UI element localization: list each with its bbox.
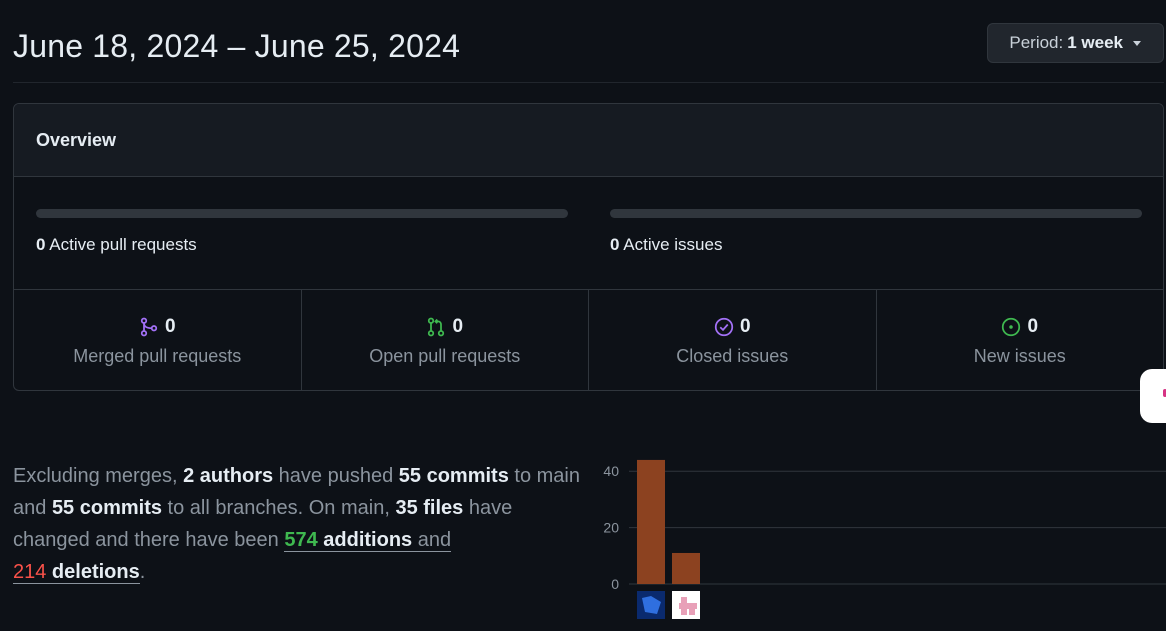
commit-summary: Excluding merges, 2 authors have pushed … <box>13 460 593 588</box>
side-feedback-tab[interactable] <box>1140 369 1166 423</box>
issue-opened-icon <box>1002 317 1021 336</box>
stat-open-prs-label: Open pull requests <box>369 345 521 366</box>
deletions-count: 214 <box>13 561 47 583</box>
bar-author-2 <box>672 552 700 584</box>
additions-word: additions <box>317 529 413 551</box>
files-changed: 35 files <box>395 497 464 519</box>
date-range-title: June 18, 2024 – June 25, 2024 <box>13 28 461 64</box>
overview-progress-section: 0 Active pull requests 0 Active issues <box>14 177 1163 290</box>
stat-closed-issues-label: Closed issues <box>676 345 789 366</box>
stat-closed-issues-count: 0 <box>739 315 751 337</box>
stat-merged-prs-count: 0 <box>164 315 176 337</box>
stat-closed-issues[interactable]: 0 Closed issues <box>589 290 877 390</box>
summary-text: have pushed <box>273 465 399 487</box>
additions-link[interactable]: 574 additions and <box>284 529 452 552</box>
active-prs-summary: 0 Active pull requests <box>36 209 568 255</box>
summary-text: and <box>412 529 452 551</box>
overview-stats-row: 0 Merged pull requests 0 Open pull reque… <box>14 290 1164 390</box>
summary-text: to all branches. On main, <box>162 497 396 519</box>
additions-count: 574 <box>284 529 318 551</box>
stat-new-issues-count: 0 <box>1027 315 1039 337</box>
active-issues-link[interactable]: 0 Active issues <box>610 235 1142 255</box>
stat-open-prs-count: 0 <box>452 315 464 337</box>
active-issues-count: 0 <box>610 235 620 254</box>
summary-text: . <box>139 561 146 583</box>
stat-open-prs[interactable]: 0 Open pull requests <box>302 290 589 390</box>
active-issues-summary: 0 Active issues <box>610 209 1142 255</box>
active-prs-link[interactable]: 0 Active pull requests <box>36 235 568 255</box>
header: June 18, 2024 – June 25, 2024 Period: 1 … <box>13 0 1164 83</box>
author-avatar-icon <box>672 591 700 619</box>
overview-title: Overview <box>14 104 1163 177</box>
stat-new-issues[interactable]: 0 New issues <box>877 290 1164 390</box>
y-tick-label: 40 <box>603 463 619 479</box>
stat-new-issues-label: New issues <box>973 345 1066 366</box>
active-prs-label: Active pull requests <box>49 235 197 254</box>
y-tick-label: 20 <box>603 520 619 536</box>
y-tick-label: 0 <box>611 576 619 592</box>
stat-merged-prs[interactable]: 0 Merged pull requests <box>14 290 302 390</box>
active-issues-progress-bar <box>610 209 1142 218</box>
active-prs-progress-bar <box>36 209 568 218</box>
deletions-word: deletions <box>46 561 140 583</box>
commits-chart-svg: 0 20 40 <box>603 459 1166 619</box>
git-pull-request-icon <box>428 317 445 336</box>
active-issues-label: Active issues <box>623 235 723 254</box>
period-dropdown-button[interactable]: Period: 1 week <box>987 23 1164 63</box>
commits-by-author-chart: 0 20 40 <box>593 440 1166 631</box>
commits-all: 55 commits <box>51 497 162 519</box>
author-avatar-icon <box>637 591 665 619</box>
overview-panel: Overview 0 Active pull requests 0 Active… <box>13 103 1164 391</box>
period-value: 1 week <box>1067 33 1123 52</box>
bar-author-1 <box>637 459 665 584</box>
git-merge-icon <box>140 317 158 336</box>
period-label: Period: <box>1009 33 1064 52</box>
active-prs-count: 0 <box>36 235 46 254</box>
chevron-down-icon <box>1133 40 1141 46</box>
issue-closed-icon <box>714 317 734 336</box>
stat-merged-prs-label: Merged pull requests <box>73 345 242 366</box>
commits-main: 55 commits <box>398 465 509 487</box>
deletions-link[interactable]: 214 deletions <box>13 561 140 584</box>
authors-count: 2 authors <box>183 465 274 487</box>
summary-text: Excluding merges, <box>13 465 184 487</box>
